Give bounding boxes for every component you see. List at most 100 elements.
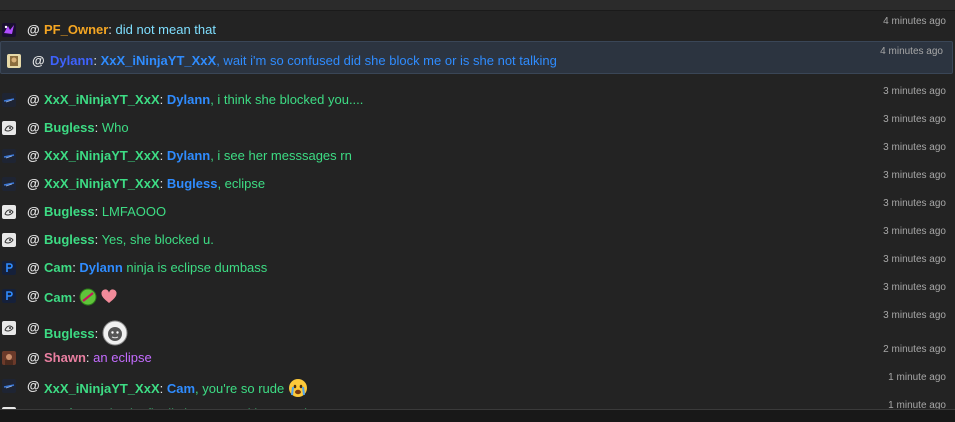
message-text: LMFAOOO <box>101 204 167 219</box>
message-line: Shawn: an eclipse <box>44 350 152 365</box>
mentioned-user[interactable]: Cam <box>167 381 195 396</box>
message-line: Cam: <box>44 288 121 309</box>
mention-at-icon[interactable]: @ <box>27 260 40 275</box>
p-logo-icon[interactable] <box>2 289 16 303</box>
username-separator: : <box>94 204 102 219</box>
p-logo-icon[interactable] <box>2 261 16 275</box>
username-separator: : <box>159 176 167 191</box>
chat-message[interactable]: @Bugless: Also im finally home now i hav… <box>0 397 955 409</box>
photo-avatar-icon[interactable] <box>2 351 16 365</box>
ninja-logo-icon[interactable] <box>2 177 16 191</box>
timestamp: 3 minutes ago <box>883 282 946 293</box>
mentioned-user[interactable]: Bugless <box>167 176 218 191</box>
username-separator: : <box>94 120 102 135</box>
username-separator: : <box>94 232 102 247</box>
mention-at-icon[interactable]: @ <box>27 22 40 37</box>
username-separator: : <box>72 289 80 305</box>
timestamp: 3 minutes ago <box>883 86 946 97</box>
username-separator: : <box>159 380 167 396</box>
message-line: XxX_iNinjaYT_XxX: Dylann, i see her mess… <box>44 148 352 163</box>
chat-message[interactable]: @ PF_Owner: did not mean that 4 minutes ag… <box>0 13 955 41</box>
message-text: an eclipse <box>93 350 152 365</box>
message-text: did not mean that <box>115 22 216 37</box>
ninja-logo-icon[interactable] <box>2 379 16 393</box>
username[interactable]: Bugless <box>44 204 95 219</box>
username[interactable]: XxX_iNinjaYT_XxX <box>44 176 160 191</box>
mentioned-user[interactable]: XxX_iNinjaYT_XxX <box>101 53 217 68</box>
chat-message[interactable]: @ Shawn: an eclipse 2 minutes ago <box>0 341 955 369</box>
chat-message[interactable]: @ XxX_iNinjaYT_XxX: Dylann, i see her mes… <box>0 139 955 167</box>
mentioned-user[interactable]: Dylann <box>79 260 122 275</box>
chat-input-bar[interactable] <box>0 409 955 422</box>
timestamp: 2 minutes ago <box>883 344 946 355</box>
username[interactable]: Dylann <box>50 53 93 68</box>
character-portrait-icon[interactable] <box>7 54 21 68</box>
message-line: Bugless: LMFAOOO <box>44 204 166 219</box>
username[interactable]: Shawn <box>44 350 86 365</box>
message-line: Bugless: Yes, she blocked u. <box>44 232 214 247</box>
mention-at-icon[interactable]: @ <box>27 204 40 219</box>
chat-message[interactable]: @ Bugless: Who 3 minutes ago <box>0 111 955 139</box>
heart-emoji <box>100 288 118 309</box>
message-text: , wait i'm so confused did she block me … <box>216 53 557 68</box>
chat-message[interactable]: @ Dylann: XxX_iNinjaYT_XxX, wait i'm so c… <box>0 41 953 74</box>
chat-message[interactable]: @ XxX_iNinjaYT_XxX: Cam, you're so rude 1… <box>0 369 955 397</box>
mentioned-user[interactable]: Dylann <box>167 92 210 107</box>
purple-game-icon[interactable] <box>2 23 16 37</box>
no-entry-emoji <box>79 288 97 309</box>
message-text: , i see her messsages rn <box>210 148 352 163</box>
drawing-avatar-icon[interactable] <box>2 205 16 219</box>
chat-message[interactable]: @ Cam: 3 minutes ago <box>0 279 955 307</box>
drawing-avatar-icon[interactable] <box>2 233 16 247</box>
username[interactable]: Bugless <box>44 232 95 247</box>
message-text: , eclipse <box>217 176 266 191</box>
timestamp: 3 minutes ago <box>883 114 946 125</box>
mention-at-icon[interactable]: @ <box>27 378 40 393</box>
username[interactable]: PF_Owner <box>44 22 108 37</box>
mention-at-icon[interactable]: @ <box>27 148 40 163</box>
chat-message[interactable]: @ Bugless: 3 minutes ago <box>0 307 955 346</box>
drawing-avatar-icon[interactable] <box>2 121 16 135</box>
chat-message[interactable]: @ Bugless: Yes, she blocked u. 3 minutes a… <box>0 223 955 251</box>
timestamp: 4 minutes ago <box>880 46 943 57</box>
username[interactable]: Bugless <box>44 120 95 135</box>
mention-at-icon[interactable]: @ <box>27 350 40 365</box>
message-text: , you're so rude <box>195 380 288 396</box>
timestamp: 3 minutes ago <box>883 142 946 153</box>
mention-at-icon[interactable]: @ <box>32 53 45 68</box>
message-line: Bugless: Who <box>44 120 129 135</box>
username[interactable]: Bugless <box>44 326 95 341</box>
mention-at-icon[interactable]: @ <box>27 320 40 335</box>
mention-at-icon[interactable]: @ <box>27 92 40 107</box>
message-line: XxX_iNinjaYT_XxX: Dylann, i think she bl… <box>44 92 363 107</box>
chat-message-feed[interactable]: @ PF_Owner: did not mean that 4 minutes ag… <box>0 10 955 409</box>
ninja-logo-icon[interactable] <box>2 149 16 163</box>
timestamp: 3 minutes ago <box>883 310 946 321</box>
username[interactable]: Cam <box>44 290 72 305</box>
ninja-logo-icon[interactable] <box>2 93 16 107</box>
mention-at-icon[interactable]: @ <box>27 120 40 135</box>
drawing-avatar-icon[interactable] <box>2 321 16 335</box>
timestamp: 1 minute ago <box>888 400 946 409</box>
message-line: PF_Owner: did not mean that <box>44 22 216 37</box>
chat-message[interactable]: @ Bugless: LMFAOOO 3 minutes ago <box>0 195 955 223</box>
chat-message[interactable]: @ Cam: Dylann ninja is eclipse dumbass 3 m… <box>0 251 955 279</box>
username[interactable]: Cam <box>44 260 72 275</box>
username[interactable]: XxX_iNinjaYT_XxX <box>44 92 160 107</box>
timestamp: 3 minutes ago <box>883 226 946 237</box>
message-text: ninja is eclipse dumbass <box>122 260 268 275</box>
username[interactable]: XxX_iNinjaYT_XxX <box>44 148 160 163</box>
mention-at-icon[interactable]: @ <box>27 176 40 191</box>
mentioned-user[interactable]: Dylann <box>167 148 210 163</box>
timestamp: 3 minutes ago <box>883 198 946 209</box>
mention-at-icon[interactable]: @ <box>27 288 40 303</box>
chat-message[interactable]: @ XxX_iNinjaYT_XxX: Dylann, i think she b… <box>0 83 955 111</box>
username-separator: : <box>108 22 116 37</box>
username[interactable]: XxX_iNinjaYT_XxX <box>44 381 160 396</box>
username-separator: : <box>94 325 102 341</box>
username-separator: : <box>159 92 167 107</box>
chat-message[interactable]: @ XxX_iNinjaYT_XxX: Bugless, eclipse 3 min… <box>0 167 955 195</box>
mention-at-icon[interactable]: @ <box>27 232 40 247</box>
message-line: XxX_iNinjaYT_XxX: Bugless, eclipse <box>44 176 265 191</box>
timestamp: 3 minutes ago <box>883 170 946 181</box>
